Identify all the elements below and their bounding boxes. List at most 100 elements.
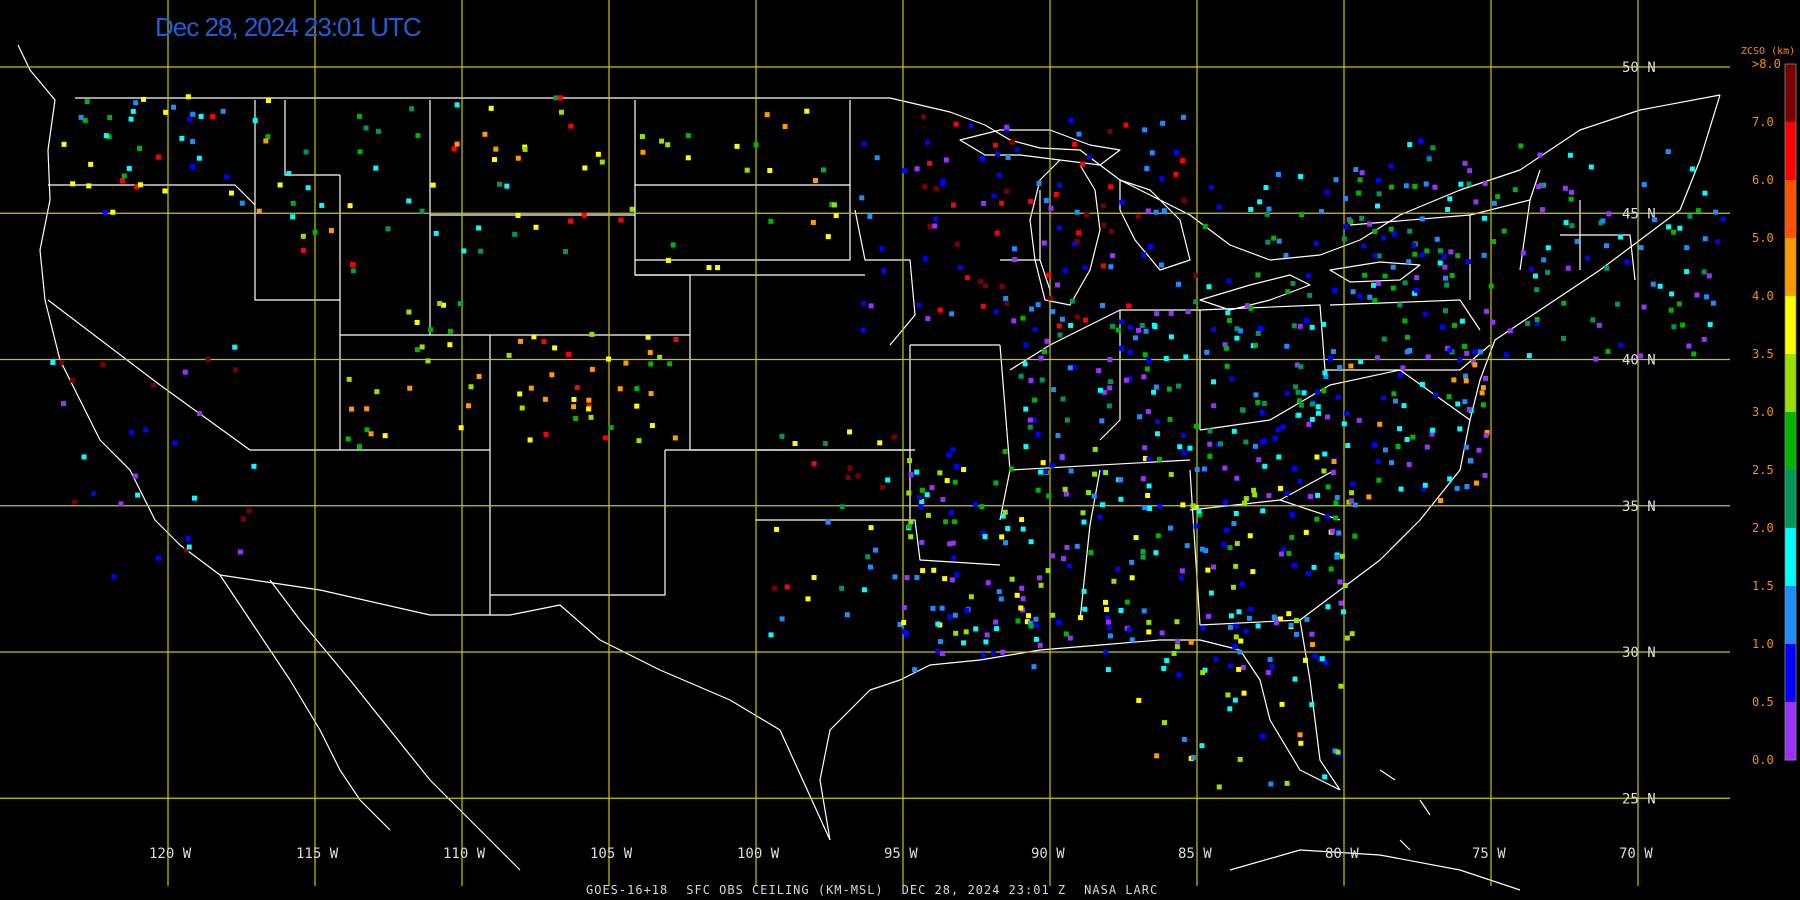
station-marker xyxy=(419,208,425,214)
station-marker xyxy=(996,172,1002,178)
station-marker xyxy=(1331,459,1337,465)
station-marker xyxy=(1328,566,1334,572)
station-marker xyxy=(1338,683,1344,689)
station-marker xyxy=(1096,368,1102,374)
station-marker xyxy=(563,249,569,255)
station-marker xyxy=(868,564,874,570)
station-marker xyxy=(1537,152,1543,158)
station-marker xyxy=(1176,281,1182,287)
station-marker xyxy=(1207,441,1213,447)
station-marker xyxy=(1266,206,1272,212)
station-marker xyxy=(1569,223,1575,229)
station-marker xyxy=(1404,437,1410,443)
station-marker xyxy=(1127,349,1133,355)
station-marker xyxy=(1545,245,1551,251)
station-marker xyxy=(1181,736,1187,742)
station-marker xyxy=(961,640,967,646)
station-marker xyxy=(810,219,816,225)
station-marker xyxy=(1004,300,1010,306)
station-marker xyxy=(833,213,839,219)
station-marker xyxy=(825,519,831,525)
station-marker xyxy=(1108,228,1114,234)
station-marker xyxy=(1341,421,1347,427)
station-marker xyxy=(1268,781,1274,787)
station-marker xyxy=(1194,466,1200,472)
station-marker xyxy=(772,585,778,591)
station-marker xyxy=(939,605,945,611)
station-marker xyxy=(950,447,956,453)
station-marker xyxy=(860,327,866,333)
station-marker xyxy=(265,134,271,140)
station-marker xyxy=(1056,182,1062,188)
station-marker xyxy=(1472,362,1478,368)
station-marker xyxy=(1056,225,1062,231)
station-marker xyxy=(1484,308,1490,314)
station-marker xyxy=(1066,563,1072,569)
station-marker xyxy=(1321,468,1327,474)
station-marker xyxy=(1127,324,1133,330)
station-marker xyxy=(1159,176,1165,182)
station-marker xyxy=(1481,252,1487,258)
station-marker xyxy=(946,452,952,458)
station-marker xyxy=(608,425,614,431)
station-marker xyxy=(1281,546,1287,552)
station-marker xyxy=(640,149,646,155)
station-marker xyxy=(1466,181,1472,187)
station-marker xyxy=(1142,445,1148,451)
station-marker xyxy=(345,436,351,442)
station-marker xyxy=(1244,303,1250,309)
station-marker xyxy=(1166,386,1172,392)
station-marker xyxy=(872,547,878,553)
station-marker xyxy=(1233,510,1239,516)
station-marker xyxy=(1028,198,1034,204)
station-marker xyxy=(1265,239,1271,245)
station-marker xyxy=(69,377,75,383)
station-marker xyxy=(1434,236,1440,242)
station-marker xyxy=(1203,548,1209,554)
station-marker xyxy=(1684,245,1690,251)
station-marker xyxy=(1298,174,1304,180)
station-marker xyxy=(1356,417,1362,423)
station-marker xyxy=(1119,199,1125,205)
station-marker xyxy=(1068,322,1074,328)
station-marker xyxy=(1234,335,1240,341)
station-marker xyxy=(239,200,245,206)
station-marker xyxy=(1190,503,1196,509)
station-marker xyxy=(1305,273,1311,279)
station-marker xyxy=(1348,363,1354,369)
station-marker xyxy=(1413,287,1419,293)
station-marker xyxy=(1650,281,1656,287)
station-marker xyxy=(1149,150,1155,156)
station-marker xyxy=(1103,470,1109,476)
station-marker xyxy=(1335,749,1341,755)
station-marker xyxy=(419,344,425,350)
station-marker xyxy=(1139,322,1145,328)
station-marker xyxy=(673,336,679,342)
station-marker xyxy=(1297,323,1303,329)
station-marker xyxy=(943,157,949,163)
station-marker xyxy=(305,185,311,191)
station-marker xyxy=(415,133,421,139)
station-marker xyxy=(1298,364,1304,370)
station-marker xyxy=(504,183,510,189)
station-marker xyxy=(1225,692,1231,698)
station-marker xyxy=(1041,240,1047,246)
station-marker xyxy=(1334,554,1340,560)
station-marker xyxy=(774,526,780,532)
station-marker xyxy=(1135,213,1141,219)
latitude-label: 35 N xyxy=(1622,499,1656,515)
station-marker xyxy=(1720,216,1726,222)
station-marker xyxy=(1126,627,1132,633)
station-marker xyxy=(406,198,412,204)
station-marker xyxy=(1273,620,1279,626)
station-marker xyxy=(1255,399,1261,405)
station-marker xyxy=(1081,519,1087,525)
station-marker xyxy=(1437,248,1443,254)
station-marker xyxy=(458,425,464,431)
station-marker xyxy=(1041,349,1047,355)
station-marker xyxy=(859,195,865,201)
station-marker xyxy=(1560,335,1566,341)
mexico-interior-coast xyxy=(269,579,521,871)
station-marker xyxy=(1352,533,1358,539)
state-boundary-lines xyxy=(17,44,1721,891)
